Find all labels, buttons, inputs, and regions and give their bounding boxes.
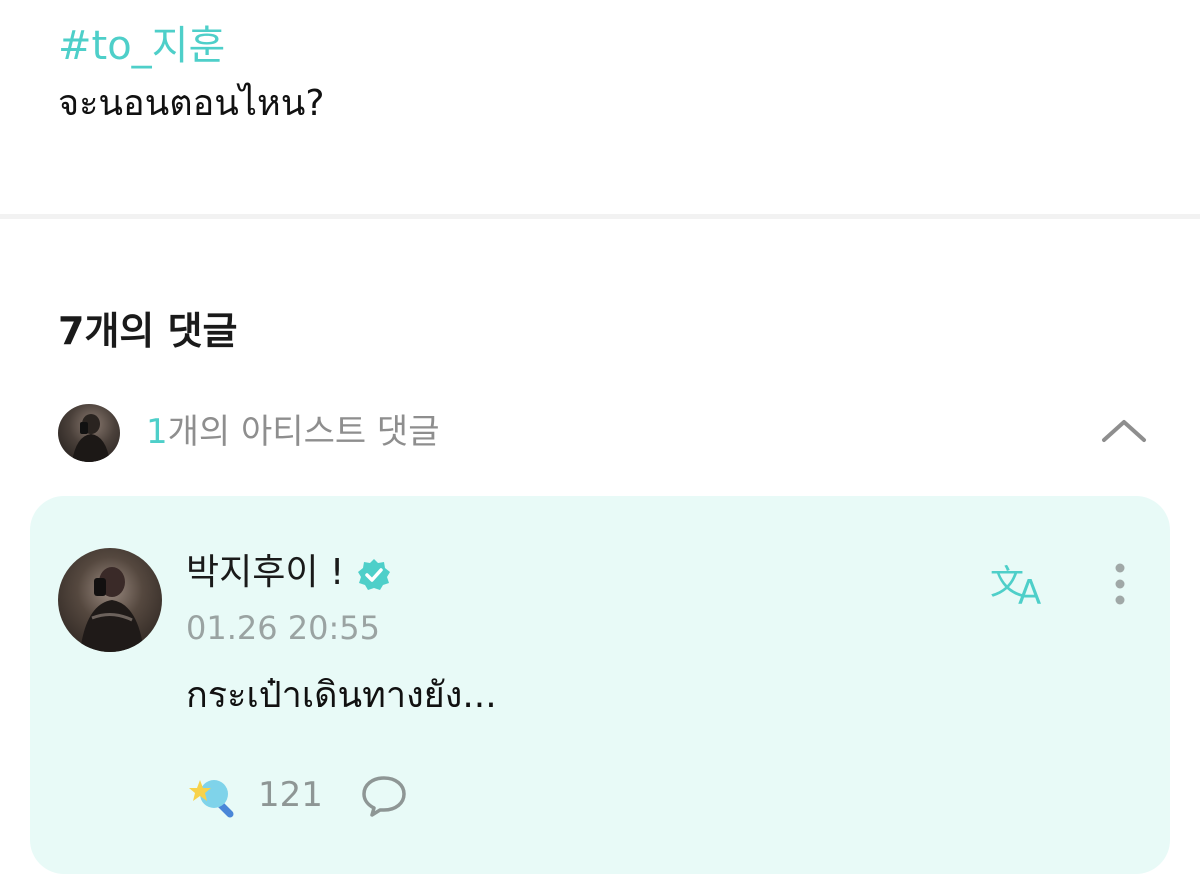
artist-comments-suffix: 개의 아티스트 댓글: [167, 412, 440, 452]
post-hashtag[interactable]: #to_지훈: [58, 20, 225, 72]
comment-timestamp: 01.26 20:55: [186, 609, 380, 647]
section-divider: [0, 214, 1200, 219]
star-lightstick-icon[interactable]: [186, 772, 240, 818]
artist-comments-header[interactable]: 1개의 아티스트 댓글: [58, 402, 1148, 462]
artist-comments-count: 1: [146, 412, 168, 452]
artist-avatar: [58, 404, 120, 462]
comment-text: กระเป๋าเดินทางยัง...: [186, 675, 497, 716]
more-vertical-icon[interactable]: [1104, 560, 1136, 610]
artist-comment-card: 박지후이 ! 01.26 20:55 กระเป๋าเดินทางยัง... …: [30, 496, 1170, 874]
verified-badge-icon: [356, 557, 392, 593]
artist-comments-label: 1개의 아티스트 댓글: [146, 406, 440, 458]
author-avatar[interactable]: [58, 548, 162, 652]
svg-text:A: A: [1018, 573, 1041, 610]
chevron-up-icon[interactable]: [1100, 410, 1148, 450]
author-name[interactable]: 박지후이 !: [186, 548, 344, 598]
like-count: 121: [258, 775, 323, 815]
translate-icon[interactable]: 文 A: [990, 558, 1052, 613]
post-body-text: จะนอนตอนไหน?: [58, 83, 325, 124]
comments-count-title: 7개의 댓글: [58, 309, 238, 353]
speech-bubble-icon[interactable]: [360, 774, 408, 818]
